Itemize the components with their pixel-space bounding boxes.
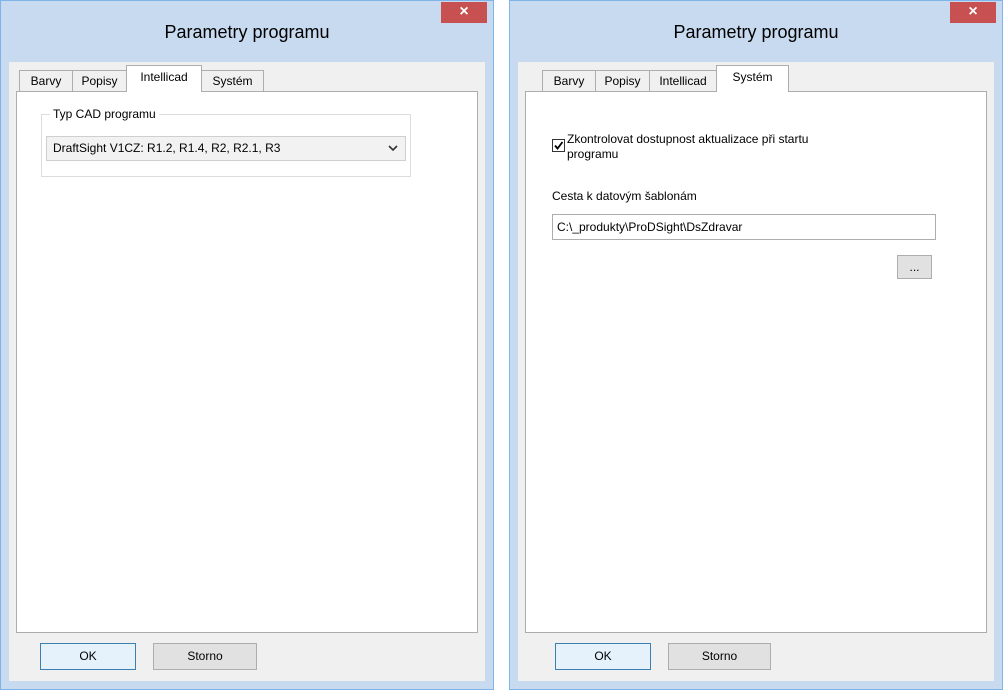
cancel-button-label: Storno: [701, 649, 738, 663]
check-updates-checkbox[interactable]: [552, 139, 565, 152]
ok-button-label: OK: [594, 649, 612, 663]
chevron-down-icon: [388, 145, 398, 152]
browse-button[interactable]: ...: [897, 255, 932, 279]
window-frame-right: [485, 62, 493, 689]
window-frame-bottom: [510, 681, 1002, 689]
tab-intellicad[interactable]: Intellicad: [649, 70, 717, 91]
window-frame-left: [1, 62, 9, 689]
tab-label: Systém: [732, 70, 773, 84]
tab-label: Popisy: [81, 74, 118, 88]
template-path-value: C:\_produkty\ProDSight\DsZdravar: [557, 220, 743, 234]
template-path-input[interactable]: C:\_produkty\ProDSight\DsZdravar: [552, 214, 936, 240]
ok-button[interactable]: OK: [40, 643, 136, 670]
template-path-label: Cesta k datovým šablonám: [552, 189, 697, 203]
dialog-title: Parametry programu: [673, 22, 839, 42]
cancel-button[interactable]: Storno: [153, 643, 257, 670]
title-bar[interactable]: Parametry programu ×: [1, 1, 493, 62]
close-button[interactable]: ×: [950, 2, 996, 23]
cancel-button[interactable]: Storno: [668, 643, 771, 670]
tab-popisy[interactable]: Popisy: [72, 70, 127, 91]
window-frame-left: [510, 62, 518, 689]
tab-label: Intellicad: [140, 70, 188, 84]
ok-button-label: OK: [79, 649, 97, 663]
dialog-client-area: Typ CAD programu DraftSight V1CZ: R1.2, …: [9, 62, 485, 681]
dialog-parametry-system: Parametry programu × Zkontrolovat dostup…: [509, 0, 1003, 690]
check-updates-label-line1: Zkontrolovat dostupnost aktualizace při …: [567, 132, 809, 146]
cad-program-select-value: DraftSight V1CZ: R1.2, R1.4, R2, R2.1, R…: [53, 141, 281, 155]
tab-label: Intellicad: [659, 74, 707, 88]
title-bar[interactable]: Parametry programu ×: [510, 1, 1002, 62]
browse-button-label: ...: [909, 260, 920, 274]
tab-label: Popisy: [604, 74, 641, 88]
tab-panel-intellicad: Typ CAD programu DraftSight V1CZ: R1.2, …: [16, 91, 478, 633]
tab-panel-system: Zkontrolovat dostupnost aktualizace při …: [525, 91, 987, 633]
tab-label: Barvy: [553, 74, 585, 88]
cad-program-select[interactable]: DraftSight V1CZ: R1.2, R1.4, R2, R2.1, R…: [46, 136, 406, 161]
close-button[interactable]: ×: [441, 2, 487, 23]
tab-label: Barvy: [30, 74, 62, 88]
cad-program-groupbox: Typ CAD programu DraftSight V1CZ: R1.2, …: [41, 107, 411, 177]
checkmark-icon: [554, 141, 564, 150]
ok-button[interactable]: OK: [555, 643, 651, 670]
cad-program-group-label: Typ CAD programu: [50, 107, 159, 121]
window-frame-bottom: [1, 681, 493, 689]
tab-intellicad[interactable]: Intellicad: [126, 65, 202, 92]
dialog-title: Parametry programu: [164, 22, 330, 42]
close-icon: ×: [459, 3, 469, 20]
tab-system[interactable]: Systém: [201, 70, 264, 91]
dialog-client-area: Zkontrolovat dostupnost aktualizace při …: [518, 62, 994, 681]
tab-label: Systém: [212, 74, 253, 88]
tab-system[interactable]: Systém: [716, 65, 789, 92]
tab-barvy[interactable]: Barvy: [19, 70, 73, 91]
tab-popisy[interactable]: Popisy: [595, 70, 650, 91]
window-frame-right: [994, 62, 1002, 689]
dialog-parametry-intellicad: Parametry programu × Typ CAD programu Dr…: [0, 0, 494, 690]
cancel-button-label: Storno: [187, 649, 223, 663]
check-updates-label-line2: programu: [567, 147, 619, 161]
check-updates-label[interactable]: Zkontrolovat dostupnost aktualizace při …: [567, 132, 808, 162]
tab-barvy[interactable]: Barvy: [542, 70, 596, 91]
close-icon: ×: [968, 3, 978, 20]
